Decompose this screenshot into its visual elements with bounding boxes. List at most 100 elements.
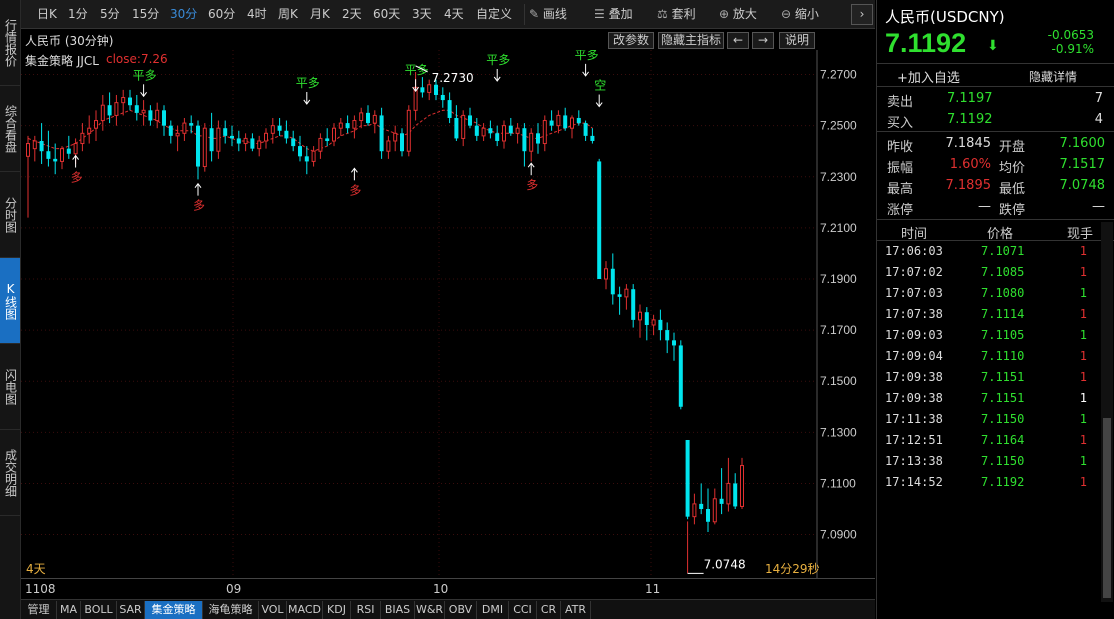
trade-time: 17:11:38	[885, 412, 943, 426]
candle-body	[427, 84, 432, 93]
ask-row: 卖出 7.1197 7	[877, 89, 1114, 110]
candle	[549, 110, 554, 131]
candle	[712, 488, 717, 525]
edit-params-button[interactable]: 改参数	[608, 32, 654, 49]
indicator-tab[interactable]: SAR	[117, 601, 145, 619]
period-15m[interactable]: 15分	[132, 0, 159, 29]
indicator-tab[interactable]: DMI	[477, 601, 509, 619]
candle-body	[73, 143, 78, 155]
indicator-tab[interactable]: RSI	[351, 601, 381, 619]
signal-marker: 空	[594, 79, 606, 108]
candle-body	[502, 125, 506, 142]
indicator-tab[interactable]: OBV	[445, 601, 477, 619]
candle	[536, 123, 540, 154]
trade-volume: 1	[1079, 244, 1087, 258]
candle-body	[651, 319, 656, 326]
tab-quote[interactable]: 行情报价	[0, 0, 20, 86]
indicator-tab[interactable]: CR	[537, 601, 561, 619]
indicator-tab[interactable]: MA	[57, 601, 81, 619]
trade-price: 7.1110	[981, 349, 1025, 363]
period-4d[interactable]: 4天	[444, 0, 464, 29]
kline-chart[interactable]: 7.2700 7.2500 7.2300 7.2100 7.1900 7.1700 7.15…	[21, 50, 875, 578]
overlay-button[interactable]: ☰ 叠加	[594, 0, 633, 29]
candle-body	[570, 117, 574, 129]
indicator-tab[interactable]: VOL	[259, 601, 287, 619]
signal-label: 多	[349, 183, 361, 197]
candle-body	[549, 120, 554, 126]
candle-body	[345, 123, 350, 129]
hide-detail-button[interactable]: 隐藏详情	[1029, 68, 1077, 85]
indicator-tab[interactable]: MACD	[287, 601, 323, 619]
arrow-left-icon[interactable]: ←	[727, 32, 749, 49]
tab-kline[interactable]: K线图	[0, 258, 20, 344]
scrollbar-thumb[interactable]	[1103, 418, 1111, 598]
trade-time: 17:12:51	[885, 433, 943, 447]
trade-price: 7.1150	[981, 412, 1025, 426]
trade-price: 7.1085	[981, 265, 1025, 279]
period-custom[interactable]: 自定义	[476, 0, 512, 29]
candle	[570, 115, 574, 139]
indicator-tab[interactable]: 海龟策略	[203, 601, 259, 619]
hide-indicator-button[interactable]: 隐藏主指标	[658, 32, 724, 49]
tab-flash[interactable]: 闪电图	[0, 344, 20, 430]
candle-body	[162, 110, 166, 126]
period-weekly[interactable]: 周K	[278, 0, 298, 29]
trade-price: 7.1164	[981, 433, 1025, 447]
tab-trades[interactable]: 成交明细	[0, 430, 20, 516]
draw-line-button[interactable]: ✎ 画线	[529, 0, 567, 29]
period-1m[interactable]: 1分	[68, 0, 88, 29]
indicator-tab[interactable]: 管理	[21, 601, 57, 619]
period-monthly[interactable]: 月K	[310, 0, 330, 29]
period-30m[interactable]: 30分	[170, 0, 197, 29]
trade-row: 17:11:38 7.1150 1	[877, 409, 1101, 430]
arbitrage-button[interactable]: ⚖ 套利	[657, 0, 696, 29]
tab-overview[interactable]: 综合看盘	[0, 86, 20, 172]
help-button[interactable]: 说明	[779, 32, 815, 49]
period-2d[interactable]: 2天	[342, 0, 362, 29]
scrollbar[interactable]	[1101, 222, 1113, 602]
candle	[461, 110, 466, 147]
candle-body	[434, 84, 438, 95]
period-4h[interactable]: 4时	[247, 0, 267, 29]
chevron-right-icon[interactable]: ›	[851, 4, 873, 25]
period-60m[interactable]: 60分	[208, 0, 235, 29]
candle-body	[529, 132, 534, 152]
candle-body	[400, 133, 404, 152]
candle-body	[393, 132, 398, 142]
stat-label: 振幅	[887, 161, 914, 176]
candle-body	[576, 117, 581, 124]
period-60d[interactable]: 60天	[373, 0, 400, 29]
annotation-label: 7.0748	[704, 557, 746, 571]
candle	[529, 128, 534, 162]
toolbar-divider	[524, 4, 525, 25]
zoom-out-button[interactable]: ⊖ 缩小	[781, 0, 819, 29]
period-3d[interactable]: 3天	[412, 0, 432, 29]
indicator-tab[interactable]: CCI	[509, 601, 537, 619]
candle-body	[264, 132, 268, 142]
candle	[440, 87, 445, 108]
trade-time: 17:09:04	[885, 349, 943, 363]
tab-timeshare[interactable]: 分时图	[0, 172, 20, 258]
period-5m[interactable]: 5分	[100, 0, 120, 29]
arrow-right-icon[interactable]: →	[752, 32, 774, 49]
add-watchlist-button[interactable]: +加入自选	[897, 67, 960, 86]
candle	[610, 253, 615, 305]
candle-body	[631, 289, 636, 320]
indicator-tab[interactable]: BIAS	[381, 601, 415, 619]
zoom-in-button[interactable]: ⊕ 放大	[719, 0, 757, 29]
period-daily[interactable]: 日K	[37, 0, 57, 29]
candle-body	[712, 498, 717, 523]
indicator-tab[interactable]: 集金策略	[145, 601, 203, 619]
indicator-tab[interactable]: ATR	[561, 601, 591, 619]
trade-price: 7.1080	[981, 286, 1025, 300]
trade-time: 17:06:03	[885, 244, 943, 258]
candle	[638, 304, 642, 338]
candle	[230, 125, 234, 147]
stat-label: 跌停	[999, 203, 1026, 218]
candle	[624, 284, 629, 310]
y-tick-label: 7.1100	[820, 476, 856, 490]
indicator-tab[interactable]: W&R	[415, 601, 445, 619]
candle-body	[719, 498, 724, 504]
indicator-tab[interactable]: BOLL	[81, 601, 117, 619]
indicator-tab[interactable]: KDJ	[323, 601, 351, 619]
